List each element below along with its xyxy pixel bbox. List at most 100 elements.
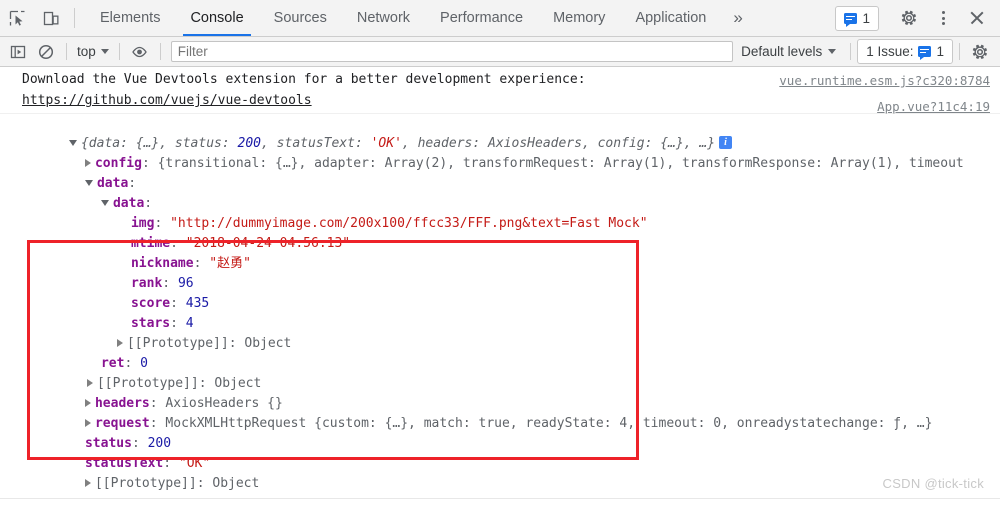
property-label-prototype-data: [[Prototype]]: Object	[96, 376, 262, 391]
property-key-mtime: mtime	[130, 236, 171, 251]
devtools-tabbar: Elements Console Sources Network Perform…	[0, 0, 1000, 37]
info-icon[interactable]: i	[719, 136, 733, 149]
disclosure-triangle-request[interactable]	[84, 418, 91, 427]
disclosure-triangle-config[interactable]	[84, 158, 91, 167]
devtools-more-options-button[interactable]	[926, 9, 960, 27]
object-summary-line[interactable]: {data: {…}, status: 200, statusText: 'OK…	[22, 114, 990, 151]
source-link-app-vue[interactable]: App.vue?11c4:19	[877, 97, 990, 117]
tab-sources[interactable]: Sources	[259, 0, 342, 36]
summary-value-status: 200	[237, 136, 262, 151]
kebab-menu-icon	[934, 9, 952, 27]
console-message-response-object[interactable]: App.vue?11c4:19 {data: {…}, status: 200,…	[0, 99, 1000, 491]
vue-devtools-link[interactable]: https://github.com/vuejs/vue-devtools	[22, 90, 990, 111]
create-live-expression-button[interactable]	[126, 39, 154, 65]
tab-console[interactable]: Console	[175, 0, 258, 36]
console-issues-count: 1	[936, 44, 944, 59]
property-value-status: 200	[147, 436, 172, 451]
property-value-mtime: "2018-04-24 04:56:13"	[185, 236, 351, 251]
tab-network[interactable]: Network	[342, 0, 425, 36]
tab-elements-label: Elements	[100, 10, 161, 26]
tab-memory-label: Memory	[553, 10, 606, 26]
summary-value-headers: AxiosHeaders	[488, 136, 582, 151]
property-key-statustext: statusText	[84, 456, 164, 471]
chevron-down-icon	[100, 49, 109, 54]
disclosure-triangle-root[interactable]	[68, 140, 77, 146]
tabbar-divider	[74, 8, 75, 28]
disclosure-triangle-data-outer[interactable]	[84, 180, 93, 186]
console-sidebar-icon	[10, 45, 26, 58]
console-issues-button[interactable]: 1 Issue: 1	[857, 39, 953, 64]
console-message-vue-devtools[interactable]: Download the Vue Devtools extension for …	[0, 67, 1000, 114]
console-toolbar-divider-1	[66, 43, 67, 60]
source-link-vue-runtime[interactable]: vue.runtime.esm.js?c320:8784	[779, 70, 990, 91]
tab-elements[interactable]: Elements	[85, 0, 175, 36]
tab-performance-label: Performance	[440, 10, 524, 26]
property-value-statustext: "OK"	[178, 456, 211, 471]
property-value-request: MockXMLHttpRequest {custom: {…}, match: …	[165, 416, 933, 431]
property-value-score: 435	[185, 296, 210, 311]
clear-console-button[interactable]	[32, 39, 60, 65]
live-expression-eye-icon	[132, 46, 148, 57]
console-settings-button[interactable]	[966, 39, 994, 65]
property-data-inner[interactable]: data:	[22, 174, 990, 211]
tab-memory[interactable]: Memory	[538, 0, 620, 36]
summary-value-statustext: 'OK'	[370, 136, 402, 151]
property-value-stars: 4	[185, 316, 194, 331]
inspect-cursor-icon	[9, 10, 24, 26]
disclosure-triangle-prototype-data[interactable]	[86, 378, 93, 387]
property-prototype-data[interactable]: [[Prototype]]: Object	[22, 354, 990, 391]
summary-brace-open: {	[80, 136, 89, 151]
issues-count-label: 1	[862, 10, 870, 26]
console-toolbar: top Default levels 1 Issue: 1	[0, 37, 1000, 67]
disclosure-triangle-prototype-inner[interactable]	[116, 338, 123, 347]
disclosure-triangle-prototype-root[interactable]	[84, 478, 91, 487]
summary-key-statustext: statusText	[276, 136, 355, 151]
tab-performance[interactable]: Performance	[425, 0, 538, 36]
disclosure-triangle-headers[interactable]	[84, 398, 91, 407]
property-value-img: "http://dummyimage.com/200x100/ffcc33/FF…	[170, 216, 648, 231]
property-key-img: img	[130, 216, 155, 231]
property-key-data-inner: data	[112, 196, 145, 211]
chevron-down-icon	[828, 49, 837, 54]
log-levels-label: Default levels	[741, 44, 823, 59]
more-tabs-icon: »	[733, 8, 743, 27]
summary-key-status: status	[174, 136, 222, 151]
console-settings-gear-icon	[972, 44, 987, 59]
clear-console-icon	[38, 44, 54, 59]
close-devtools-button[interactable]	[960, 9, 994, 27]
property-key-request: request	[94, 416, 150, 431]
toggle-device-toolbar-button[interactable]	[34, 0, 68, 36]
tab-network-label: Network	[356, 10, 411, 26]
devtools-settings-button[interactable]	[892, 9, 926, 27]
tab-application[interactable]: Application	[620, 0, 721, 36]
issue-message-icon	[918, 46, 932, 60]
toggle-console-sidebar-button[interactable]	[4, 39, 32, 65]
property-key-score: score	[130, 296, 171, 311]
more-tabs-button[interactable]: »	[721, 0, 754, 36]
panel-tabs: Elements Console Sources Network Perform…	[85, 0, 755, 36]
summary-value-config: {…}	[660, 136, 684, 151]
property-key-config: config	[94, 156, 142, 171]
tab-console-label: Console	[190, 10, 244, 26]
filter-input[interactable]	[170, 41, 734, 62]
property-value-headers: AxiosHeaders {}	[165, 396, 283, 411]
summary-value-data: {…}	[135, 136, 160, 151]
property-label-prototype-inner: [[Prototype]]: Object	[126, 336, 292, 351]
property-key-stars: stars	[130, 316, 171, 331]
property-img[interactable]: img: "http://dummyimage.com/200x100/ffcc…	[22, 194, 990, 231]
horizontal-scrollbar[interactable]	[0, 498, 1000, 505]
disclosure-triangle-data-inner[interactable]	[100, 200, 109, 206]
console-toolbar-divider-2	[118, 43, 120, 60]
console-toolbar-divider-5	[959, 43, 960, 60]
console-toolbar-divider-4	[850, 43, 852, 60]
tab-application-label: Application	[635, 10, 707, 26]
close-icon	[968, 9, 986, 27]
execution-context-selector[interactable]: top	[73, 44, 113, 59]
issues-counter-button[interactable]: 1	[835, 5, 879, 31]
log-levels-selector[interactable]: Default levels	[733, 44, 844, 59]
console-toolbar-divider-3	[159, 43, 161, 60]
property-value-config: {transitional: {…}, adapter: Array(2), t…	[157, 156, 964, 171]
summary-brace-close: }	[707, 136, 716, 151]
inspect-element-button[interactable]	[0, 0, 34, 36]
console-message-list[interactable]: Download the Vue Devtools extension for …	[0, 67, 1000, 505]
